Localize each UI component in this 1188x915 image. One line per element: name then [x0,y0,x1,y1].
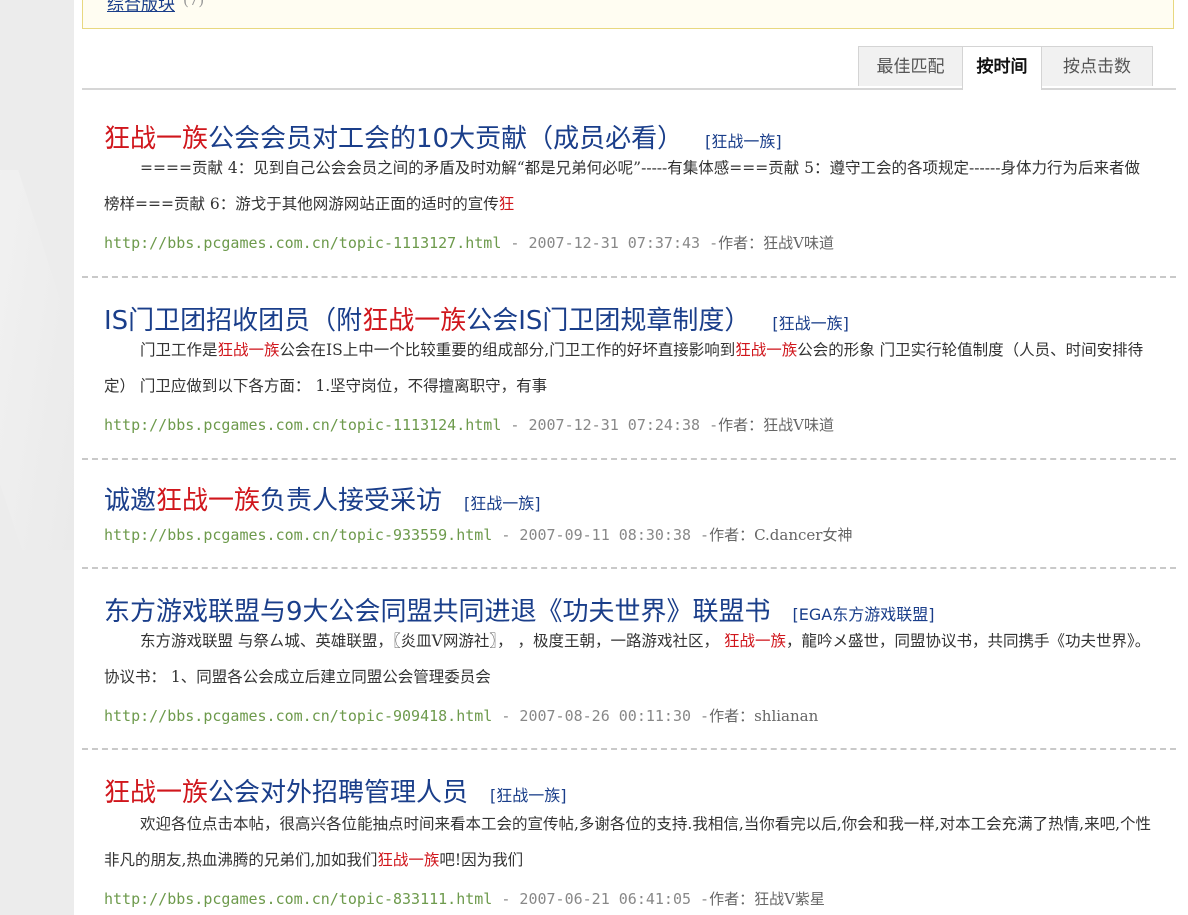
text-fragment: 诚邀 [104,486,157,516]
result-meta: http://bbs.pcgames.com.cn/topic-933559.h… [104,524,852,545]
result-title-link[interactable]: 狂战一族公会对外招聘管理人员 [狂战一族] [104,772,567,809]
author-label: 作者： [718,234,764,252]
tab-best-match[interactable]: 最佳匹配 [858,46,963,86]
result-meta: http://bbs.pcgames.com.cn/topic-1113127.… [104,232,834,253]
category-link[interactable]: 综合版块 [107,0,175,15]
author-label: 作者： [709,890,755,908]
text-fragment: 公会在IS上中一个比较重要的组成部分,门卫工作的好坏直接影响到 [279,341,736,359]
result-meta: http://bbs.pcgames.com.cn/topic-1113124.… [104,414,834,435]
highlight-keyword: 狂战一族 [104,778,209,808]
highlight-keyword: 狂战一族 [723,632,786,650]
result-url[interactable]: http://bbs.pcgames.com.cn/topic-833111.h… [104,890,492,908]
result-item: 狂战一族公会会员对工会的10大贡献（成员必看） [狂战一族] ====贡献 4：见… [82,108,1176,268]
result-snippet: 欢迎各位点击本帖，很高兴各位能抽点时间来看本工会的宣传帖,多谢各位的支持.我相信… [104,806,1152,878]
result-date: - 2007-08-26 00:11:30 - [492,707,710,725]
result-meta: http://bbs.pcgames.com.cn/topic-833111.h… [104,888,825,909]
result-author: 狂战V紫星 [754,890,825,908]
result-item: 东方游戏联盟与9大公会同盟共同进退《功夫世界》联盟书 [EGA东方游戏联盟] 东方… [82,581,1176,741]
result-category-tag[interactable]: [狂战一族] [705,132,782,151]
divider [82,458,1176,460]
tab-by-clicks[interactable]: 按点击数 [1041,46,1153,86]
result-category-tag[interactable]: [狂战一族] [464,494,541,513]
result-date: - 2007-12-31 07:37:43 - [501,234,719,252]
category-box: 综合版块 (7) [82,0,1174,29]
result-meta: http://bbs.pcgames.com.cn/topic-909418.h… [104,705,818,726]
result-author: 狂战V味道 [763,416,834,434]
result-author: C.dancer女神 [754,526,853,544]
author-label: 作者： [709,707,755,725]
divider [82,567,1176,569]
category-count: (7) [183,0,205,9]
text-fragment: ====贡献 4：见到自己公会会员之间的矛盾及时劝解“都是兄弟何必呢”-----… [104,159,1140,213]
text-fragment: 负责人接受采访 [260,486,443,516]
result-url[interactable]: http://bbs.pcgames.com.cn/topic-1113127.… [104,234,501,252]
highlight-keyword: 狂 [498,195,515,213]
highlight-keyword: 狂战一族 [735,341,798,359]
highlight-keyword: 狂战一族 [217,341,280,359]
divider [82,748,1176,750]
result-title-link[interactable]: 诚邀狂战一族负责人接受采访 [狂战一族] [104,480,541,517]
author-label: 作者： [718,416,764,434]
result-snippet: 门卫工作是狂战一族公会在IS上中一个比较重要的组成部分,门卫工作的好坏直接影响到… [104,332,1152,404]
result-date: - 2007-12-31 07:24:38 - [501,416,719,434]
sort-tabs: 最佳匹配 按时间 按点击数 [82,46,1176,90]
search-results-panel: 综合版块 (7) 最佳匹配 按时间 按点击数 狂战一族公会会员对工会的10大贡献… [74,0,1188,915]
result-author: 狂战V味道 [763,234,834,252]
result-category-tag[interactable]: [EGA东方游戏联盟] [793,605,935,624]
highlight-keyword: 狂战一族 [156,486,261,516]
result-date: - 2007-09-11 08:30:38 - [492,526,710,544]
text-fragment: 欢迎各位点击本帖，很高兴各位能抽点时间来看本工会的宣传帖,多谢各位的支持.我相信… [104,815,1151,869]
result-item: 诚邀狂战一族负责人接受采访 [狂战一族] http://bbs.pcgames.c… [82,472,1176,562]
text-fragment: 吧!因为我们 [439,851,524,869]
result-author: shlianan [754,707,819,725]
result-category-tag[interactable]: [狂战一族] [490,786,567,805]
text-fragment: 门卫工作是 [140,341,218,359]
result-category-tag[interactable]: [狂战一族] [772,314,849,333]
text-fragment: 东方游戏联盟 与祭ㄙ城、英雄联盟，〖炎皿V网游社〗， ，极度王朝，一路游戏社区， [140,632,724,650]
tab-by-time[interactable]: 按时间 [962,46,1042,90]
result-item: IS门卫团招收团员（附狂战一族公会IS门卫团规章制度） [狂战一族] 门卫工作是狂… [82,290,1176,450]
highlight-keyword: 狂战一族 [377,851,440,869]
text-fragment: 公会对外招聘管理人员 [208,778,469,808]
result-url[interactable]: http://bbs.pcgames.com.cn/topic-933559.h… [104,526,492,544]
divider [82,276,1176,278]
result-snippet: ====贡献 4：见到自己公会会员之间的矛盾及时劝解“都是兄弟何必呢”-----… [104,150,1152,222]
result-item: 狂战一族公会对外招聘管理人员 [狂战一族] 欢迎各位点击本帖，很高兴各位能抽点时间… [82,762,1176,912]
result-url[interactable]: http://bbs.pcgames.com.cn/topic-909418.h… [104,707,492,725]
result-date: - 2007-06-21 06:41:05 - [492,890,710,908]
result-snippet: 东方游戏联盟 与祭ㄙ城、英雄联盟，〖炎皿V网游社〗， ，极度王朝，一路游戏社区，… [104,623,1152,695]
result-url[interactable]: http://bbs.pcgames.com.cn/topic-1113124.… [104,416,501,434]
author-label: 作者： [709,526,755,544]
